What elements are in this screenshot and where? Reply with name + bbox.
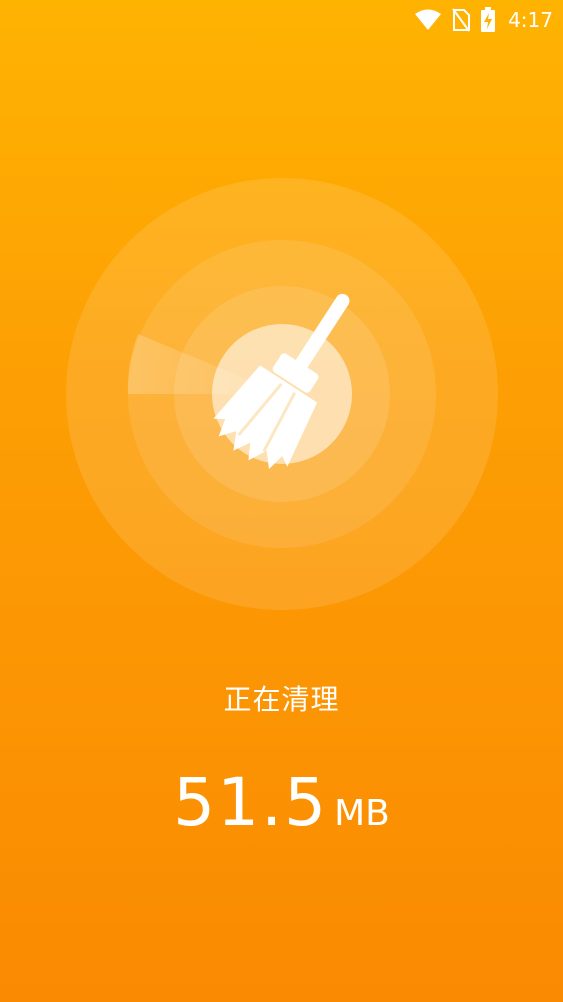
cleaned-size-value: 51.5 <box>173 764 329 841</box>
cleaning-radar <box>66 178 498 610</box>
cleaning-status-text: 正在清理 <box>223 683 340 716</box>
wifi-icon <box>415 9 442 30</box>
cleaned-size: 51.5 MB <box>0 764 563 841</box>
battery-charging-icon <box>481 7 496 32</box>
cleaned-size-unit: MB <box>334 793 390 834</box>
status-icons: 4:17 <box>414 6 553 34</box>
clock: 4:17 <box>508 8 553 32</box>
status-bar: 4:17 <box>0 0 563 40</box>
no-sim-icon <box>452 8 471 32</box>
